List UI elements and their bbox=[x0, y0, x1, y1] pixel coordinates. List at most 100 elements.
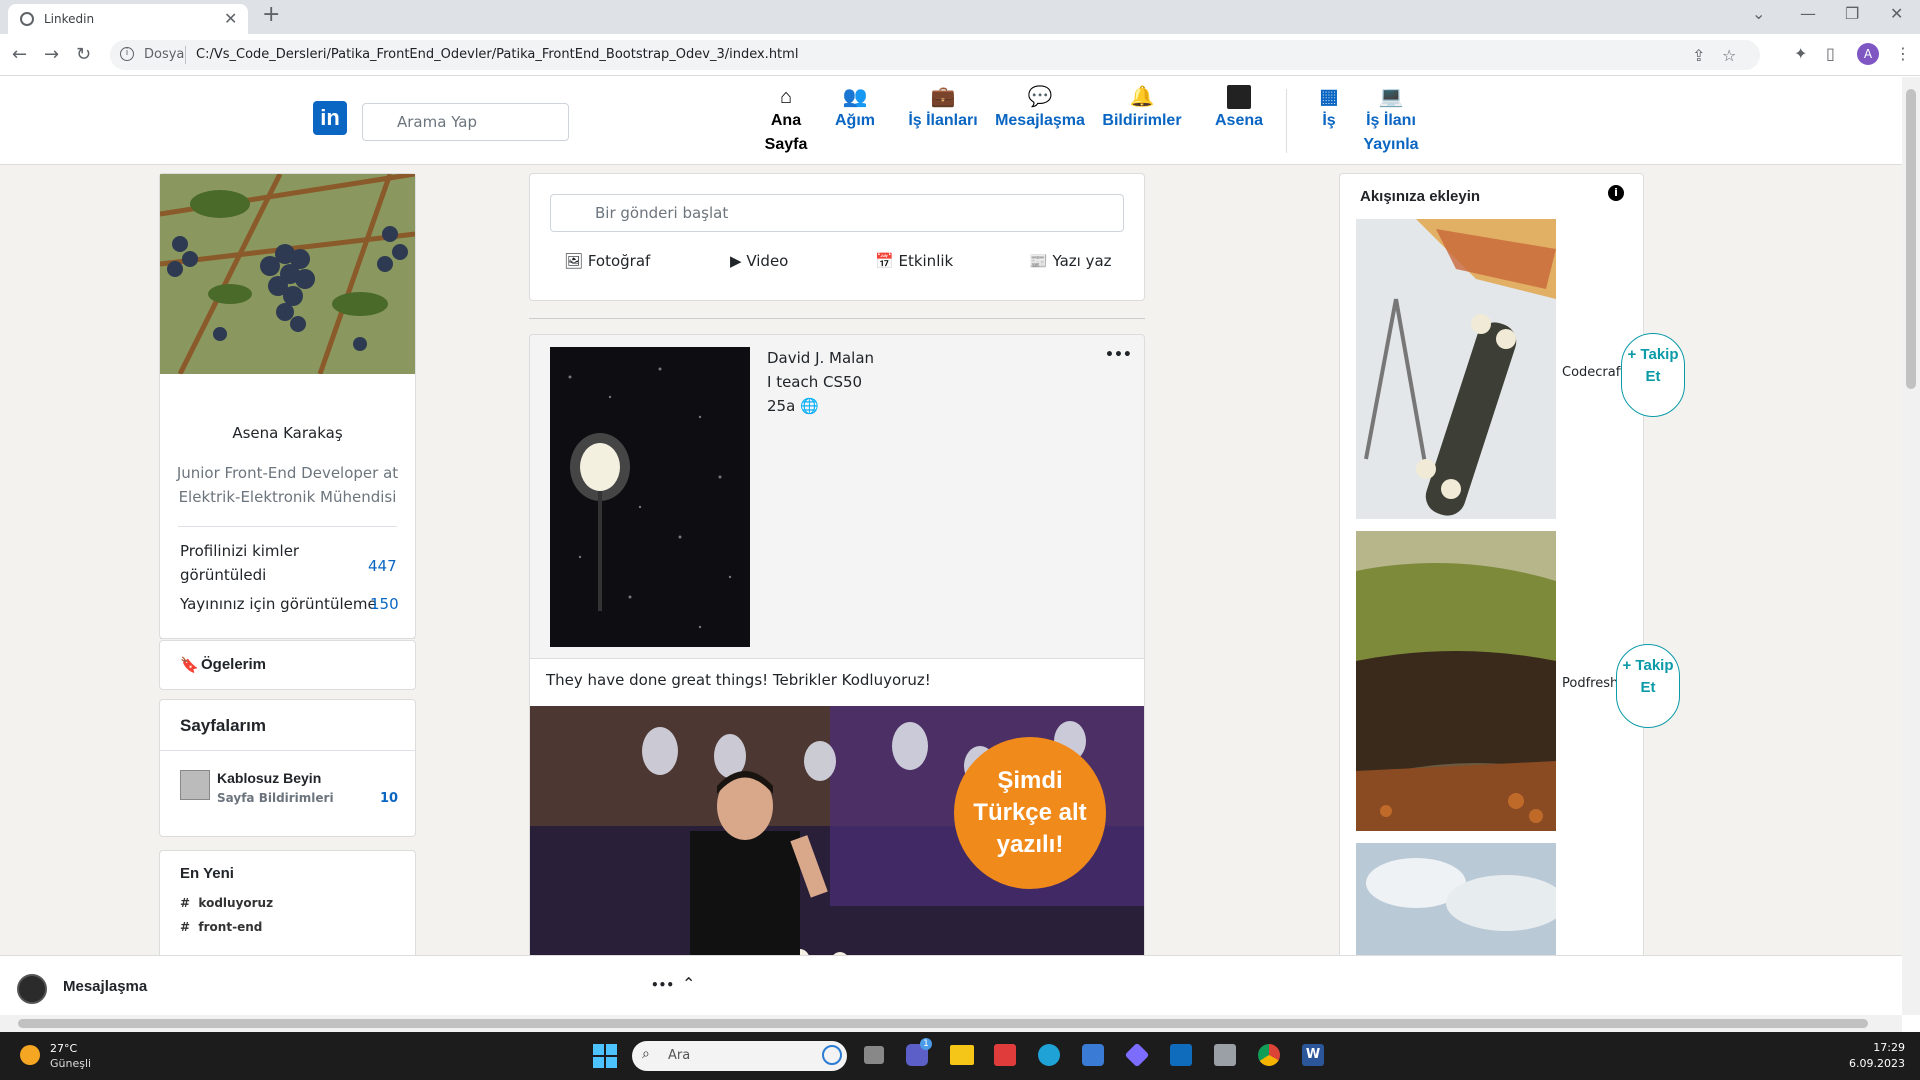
suggestion-name[interactable]: Codecraft bbox=[1562, 365, 1625, 380]
close-window-button[interactable]: ✕ bbox=[1890, 4, 1903, 23]
weather-label: Güneşli bbox=[50, 1057, 92, 1070]
chevron-up-icon[interactable]: ⌃ bbox=[682, 974, 695, 993]
linkedin-logo[interactable]: in bbox=[313, 101, 347, 135]
forward-icon[interactable]: → bbox=[44, 44, 59, 65]
bell-icon: 🔔 bbox=[1129, 86, 1155, 108]
post-card: David J. Malan I teach CS50 25a 🌐 ••• Th… bbox=[529, 334, 1145, 1015]
video-button[interactable]: ▶ Video bbox=[730, 252, 788, 270]
taskbar-search[interactable]: ⌕ Ara bbox=[632, 1041, 847, 1071]
nav-label: Mesajlaşma bbox=[995, 112, 1085, 129]
stat-value[interactable]: 150 bbox=[370, 595, 399, 613]
image-icon: 🖼 bbox=[564, 252, 584, 270]
nav-notifications[interactable]: 🔔 Bildirimler bbox=[1100, 85, 1184, 133]
messaging-bar[interactable]: Mesajlaşma ••• ⌃ bbox=[0, 955, 1902, 1015]
stat-value[interactable]: 447 bbox=[368, 557, 397, 575]
nav-network[interactable]: 👥 Ağım bbox=[830, 85, 880, 133]
nav-label: İş İlanı Yayınla bbox=[1363, 112, 1419, 153]
nav-me[interactable]: Asena bbox=[1212, 85, 1266, 133]
snipping-tool-icon[interactable] bbox=[994, 1044, 1016, 1066]
profile-avatar[interactable]: A bbox=[1857, 43, 1879, 65]
nav-messaging[interactable]: 💬 Mesajlaşma bbox=[990, 85, 1090, 133]
menu-icon[interactable]: ⋮ bbox=[1895, 44, 1911, 63]
follow-button[interactable]: + Takip Et bbox=[1616, 644, 1680, 728]
windows-start-icon[interactable] bbox=[593, 1044, 617, 1068]
author-photo[interactable] bbox=[550, 347, 750, 647]
nav-post-job[interactable]: 💻 İş İlanı Yayınla bbox=[1360, 85, 1422, 157]
search-placeholder: Ara bbox=[668, 1048, 691, 1063]
scrollbar-thumb[interactable] bbox=[18, 1019, 1868, 1028]
follow-button[interactable]: + Takip Et bbox=[1621, 333, 1685, 417]
vertical-scrollbar[interactable] bbox=[1902, 77, 1920, 1015]
post-author[interactable]: David J. Malan bbox=[767, 349, 874, 367]
more-options-icon[interactable]: ••• bbox=[651, 978, 674, 992]
extensions-icon[interactable]: ✦ bbox=[1794, 44, 1807, 63]
file-explorer-icon[interactable] bbox=[950, 1045, 974, 1065]
word-icon[interactable]: W bbox=[1302, 1044, 1324, 1066]
profile-name[interactable]: Asena Karakaş bbox=[160, 424, 415, 442]
hashtag-item[interactable]: # kodluyoruz bbox=[180, 896, 273, 910]
taskbar: 27°C Güneşli ⌕ Ara 1 W 17:29 6.09.2023 bbox=[0, 1032, 1920, 1080]
stat-label[interactable]: Yayınınız için görüntüleme bbox=[180, 592, 380, 616]
horizontal-scrollbar[interactable] bbox=[0, 1015, 1902, 1032]
share-icon[interactable]: ⇪ bbox=[1692, 46, 1705, 65]
page-viewport: in Arama Yap ⌂ Ana Sayfa 👥 Ağım 💼 İş İla… bbox=[0, 77, 1902, 1015]
chat-icon: 💬 bbox=[1027, 86, 1053, 108]
search-input[interactable]: Arama Yap bbox=[362, 103, 569, 141]
outlook-icon[interactable] bbox=[1170, 1044, 1192, 1066]
new-tab-button[interactable]: + bbox=[262, 2, 280, 27]
sidepanel-icon[interactable]: ▯ bbox=[1826, 44, 1835, 63]
post-input[interactable]: Bir gönderi başlat bbox=[550, 194, 1124, 232]
article-icon: 📰 bbox=[1029, 252, 1048, 270]
chrome-icon[interactable] bbox=[1258, 1044, 1280, 1066]
bookmark-star-icon[interactable]: ☆ bbox=[1722, 46, 1736, 65]
page-count[interactable]: 10 bbox=[380, 791, 398, 806]
minimize-button[interactable]: — bbox=[1800, 4, 1816, 23]
page-name[interactable]: Kablosuz Beyin bbox=[217, 770, 321, 786]
scrollbar-thumb[interactable] bbox=[1906, 89, 1916, 389]
browser-tab[interactable]: Linkedin ✕ bbox=[8, 4, 248, 34]
items-card[interactable]: 🔖 Ögelerim bbox=[159, 640, 416, 690]
post-text-area: They have done great things! Tebrikler K… bbox=[530, 658, 1144, 706]
tab-title: Linkedin bbox=[44, 12, 95, 26]
address-toolbar: ← → ↻ i Dosya C:/Vs_Code_Dersleri/Patika… bbox=[0, 34, 1920, 76]
vs-code-icon[interactable] bbox=[1124, 1042, 1150, 1068]
nav-home[interactable]: ⌂ Ana Sayfa bbox=[762, 85, 810, 157]
messaging-label[interactable]: Mesajlaşma bbox=[63, 978, 147, 995]
suggestion-image[interactable] bbox=[1356, 531, 1556, 831]
reload-icon[interactable]: ↻ bbox=[76, 44, 91, 65]
clock-date[interactable]: 6.09.2023 bbox=[1835, 1057, 1905, 1070]
photo-button[interactable]: 🖼 Fotoğraf bbox=[564, 252, 650, 270]
post-text: They have done great things! Tebrikler K… bbox=[546, 671, 931, 689]
task-view-icon[interactable] bbox=[864, 1046, 884, 1064]
address-field[interactable]: i Dosya C:/Vs_Code_Dersleri/Patika_Front… bbox=[110, 40, 1760, 70]
divider bbox=[160, 750, 415, 751]
info-icon[interactable]: i bbox=[1608, 185, 1624, 201]
chevron-down-icon[interactable]: ⌄ bbox=[1752, 4, 1765, 23]
profile-cover-image bbox=[160, 174, 415, 374]
nav-work[interactable]: ▦ İş bbox=[1312, 85, 1346, 133]
more-options-icon[interactable]: ••• bbox=[1105, 347, 1132, 363]
stat-label[interactable]: Profilinizi kimler görüntüledi bbox=[180, 539, 330, 587]
grid-icon: ▦ bbox=[1319, 86, 1339, 108]
edge-icon[interactable] bbox=[1038, 1044, 1060, 1066]
write-article-button[interactable]: 📰 Yazı yaz bbox=[1029, 252, 1112, 270]
info-icon[interactable]: i bbox=[120, 47, 134, 61]
restore-button[interactable]: ❐ bbox=[1845, 4, 1859, 23]
clock-time[interactable]: 17:29 bbox=[1845, 1041, 1905, 1054]
url-text[interactable]: C:/Vs_Code_Dersleri/Patika_FrontEnd_Odev… bbox=[196, 47, 798, 62]
nav-jobs[interactable]: 💼 İş İlanları bbox=[908, 85, 978, 133]
close-tab-icon[interactable]: ✕ bbox=[224, 9, 237, 28]
event-button[interactable]: 📅 Etkinlik bbox=[875, 252, 953, 270]
hashtag-item[interactable]: # front-end bbox=[180, 920, 262, 934]
suggestion-image[interactable] bbox=[1356, 219, 1556, 519]
app-icon[interactable] bbox=[1214, 1044, 1236, 1066]
post-composer: Bir gönderi başlat 🖼 Fotoğraf ▶ Video 📅 … bbox=[529, 173, 1145, 301]
weather-temp[interactable]: 27°C bbox=[50, 1042, 77, 1055]
store-icon[interactable] bbox=[1082, 1044, 1104, 1066]
profile-card: Asena Karakaş Junior Front-End Developer… bbox=[159, 173, 416, 639]
items-label: Ögelerim bbox=[201, 656, 267, 673]
suggestion-name[interactable]: Podfresh bbox=[1562, 676, 1618, 691]
back-icon[interactable]: ← bbox=[12, 44, 27, 65]
home-icon: ⌂ bbox=[779, 86, 793, 108]
page-logo bbox=[180, 770, 210, 800]
